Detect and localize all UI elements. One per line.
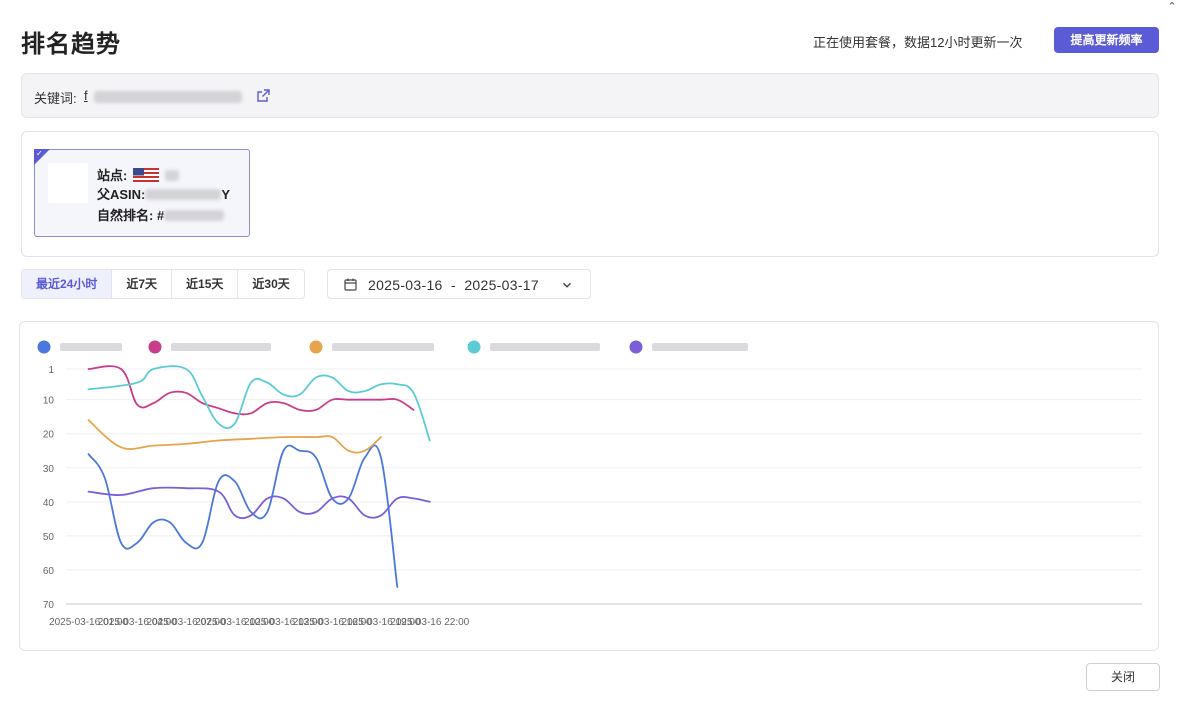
- legend-redacted-label: [332, 343, 434, 351]
- redacted-keyword: [94, 91, 242, 103]
- site-label: 站点:: [97, 168, 128, 183]
- time-range-group: 最近24小时 近7天 近15天 近30天: [21, 269, 305, 299]
- x-tick-label: 2025-03-16 22:00: [390, 617, 469, 628]
- series-line-1: [87, 444, 399, 588]
- date-range-text: 2025-03-16 - 2025-03-17: [368, 277, 539, 293]
- keyword-bar: 关键词: f: [21, 73, 1159, 118]
- legend-redacted-label: [60, 343, 122, 351]
- range-7d-button[interactable]: 近7天: [112, 270, 173, 298]
- date-range-picker[interactable]: 2025-03-16 - 2025-03-17: [327, 269, 591, 299]
- y-tick-label: 1: [48, 365, 54, 376]
- external-link-icon[interactable]: [256, 89, 270, 103]
- upgrade-frequency-button[interactable]: 提高更新频率: [1054, 27, 1159, 53]
- close-button[interactable]: 关闭: [1086, 663, 1160, 691]
- product-panel: ✓ 站点: 父ASIN: Y 自然排名: #: [21, 131, 1159, 257]
- rank-trend-chart: 1 10 20 30 40 50 60 70 2025-03-16 01:00 2025-03-1…: [19, 321, 1159, 651]
- calendar-icon: [344, 278, 357, 291]
- redacted-asin: [145, 189, 222, 200]
- site-line: 站点:: [97, 165, 179, 184]
- legend-redacted-label: [490, 343, 600, 351]
- y-tick-label: 30: [43, 464, 55, 475]
- range-30d-button[interactable]: 近30天: [238, 270, 304, 298]
- legend-marker-2: [148, 340, 162, 354]
- keyword-value[interactable]: f: [84, 88, 88, 103]
- chevron-down-icon: [563, 282, 571, 288]
- corner-close-icon[interactable]: ⌃: [1165, 0, 1179, 14]
- asin-label: 父ASIN:: [97, 187, 146, 202]
- range-15d-button[interactable]: 近15天: [172, 270, 239, 298]
- legend-redacted-label: [171, 343, 271, 351]
- y-tick-label: 40: [43, 498, 55, 509]
- product-card[interactable]: ✓ 站点: 父ASIN: Y 自然排名: #: [34, 149, 250, 237]
- asin-suffix: Y: [221, 187, 231, 202]
- y-tick-label: 10: [43, 396, 55, 407]
- redacted-rank: [164, 210, 225, 221]
- legend-redacted-label: [652, 343, 748, 351]
- series-line-3: [87, 419, 382, 454]
- chart-svg: 1102030405060702025-03-16 01:002025-03-1…: [37, 340, 1142, 628]
- legend-marker-3: [309, 340, 323, 354]
- plan-status-text: 正在使用套餐，数据12小时更新一次: [813, 35, 1023, 50]
- page-title: 排名趋势: [21, 31, 121, 58]
- rank-label: 自然排名: #: [97, 208, 165, 223]
- range-24h-button[interactable]: 最近24小时: [22, 270, 113, 298]
- y-tick-label: 50: [43, 532, 55, 543]
- y-tick-label: 60: [43, 566, 55, 577]
- check-icon: ✓: [36, 149, 43, 158]
- asin-line: 父ASIN: Y: [97, 184, 230, 203]
- legend-marker-4: [467, 340, 481, 354]
- us-flag-icon: [132, 168, 159, 182]
- series-line-4: [87, 365, 431, 442]
- keyword-label: 关键词:: [34, 91, 77, 106]
- legend-marker-5: [629, 340, 643, 354]
- legend-marker-1: [37, 340, 51, 354]
- rank-line: 自然排名: #: [97, 205, 225, 224]
- product-thumbnail: [48, 163, 88, 203]
- redacted-site: [164, 170, 179, 181]
- y-tick-label: 70: [43, 600, 55, 611]
- y-tick-label: 20: [43, 430, 55, 441]
- series-line-5: [87, 486, 431, 520]
